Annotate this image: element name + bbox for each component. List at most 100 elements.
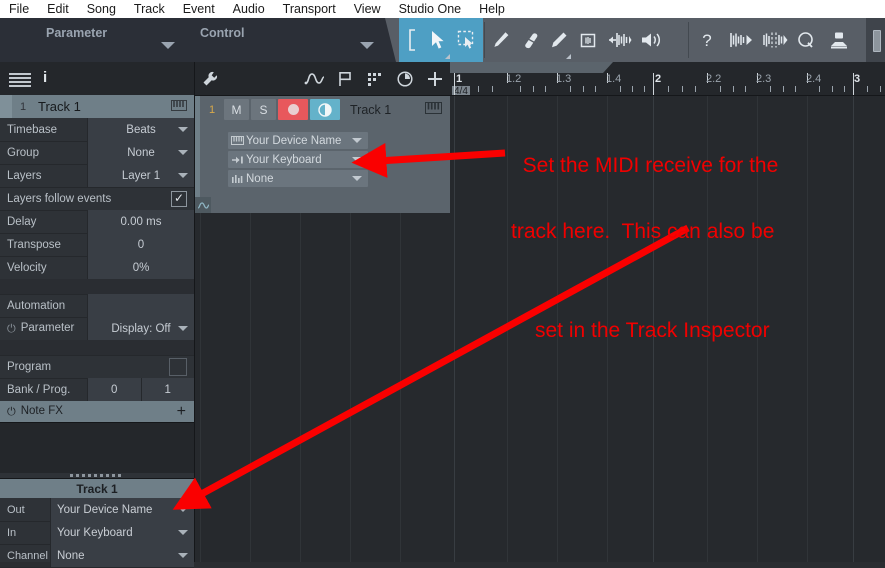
grid-icon[interactable] (360, 62, 390, 95)
menu-item-track[interactable]: Track (125, 0, 174, 18)
menu-item-help[interactable]: Help (470, 0, 514, 18)
automation-icon[interactable] (195, 197, 211, 213)
range-select-icon[interactable] (452, 18, 481, 62)
track-midi-input-selector[interactable]: Your Keyboard (228, 151, 368, 168)
inspector-row-bank-prog[interactable]: Bank / Prog. 0 1 (0, 378, 194, 402)
automation-curve-icon[interactable] (300, 62, 330, 95)
monitor-button[interactable] (310, 99, 340, 120)
chevron-down-icon[interactable] (178, 507, 188, 512)
menu-item-event[interactable]: Event (174, 0, 224, 18)
drag-dots-icon (70, 474, 124, 477)
info-icon[interactable]: i (43, 69, 47, 86)
track-channel-selector[interactable]: None (228, 170, 368, 187)
inspector-row-parameter[interactable]: ⏻ Parameter Display: Off (0, 317, 194, 341)
loop-range-bar[interactable] (450, 62, 613, 73)
snap-center-icon[interactable] (757, 18, 790, 62)
help-icon[interactable]: ? (690, 18, 724, 62)
inspector-io-out[interactable]: Out Your Device Name (0, 498, 194, 522)
chevron-down-icon[interactable] (178, 150, 188, 155)
layers-follow-events-checkbox[interactable]: ✓ (171, 191, 187, 207)
row-value[interactable]: 0% (87, 256, 194, 279)
io-value[interactable]: Your Keyboard (50, 521, 194, 544)
row-value[interactable]: Beats (87, 118, 194, 141)
row-value[interactable]: Layer 1 (87, 164, 194, 187)
menu-item-transport[interactable]: Transport (274, 0, 345, 18)
inspector-row-layers-follow-events[interactable]: Layers follow events ✓ (0, 187, 194, 211)
power-icon[interactable]: ⏻ (7, 323, 16, 336)
split-icon[interactable] (573, 18, 602, 62)
timeline-ruler[interactable]: 4/4 1 1.2 1.3 1.4 2 2.2 2.3 2.4 3 (450, 62, 885, 96)
inspector-row-automation: Automation (0, 294, 194, 318)
inspector-row-program[interactable]: Program (0, 355, 194, 379)
tempo-clock-icon[interactable] (390, 62, 420, 95)
stamp-icon[interactable] (822, 18, 856, 62)
row-value[interactable]: None (87, 141, 194, 164)
track-name[interactable]: Track 1 (350, 103, 425, 117)
mute-tool-icon[interactable] (602, 18, 635, 62)
bank-value[interactable]: 0 (87, 378, 141, 401)
menu-item-edit[interactable]: Edit (38, 0, 78, 18)
row-value-text: Display: Off (111, 322, 171, 335)
inspector-row-group[interactable]: Group None (0, 141, 194, 165)
note-fx-slot-pane[interactable] (0, 422, 194, 474)
solo-button[interactable]: S (251, 99, 276, 120)
inspector-io-in[interactable]: In Your Keyboard (0, 521, 194, 545)
row-key: Layers (7, 169, 42, 182)
listen-tool-icon[interactable] (635, 18, 668, 62)
chevron-down-icon[interactable] (352, 138, 362, 143)
arrow-pointer-icon[interactable] (423, 18, 452, 62)
chevron-down-icon[interactable] (352, 176, 362, 181)
bracket-icon[interactable] (401, 18, 423, 62)
inspector-row-timebase[interactable]: Timebase Beats (0, 118, 194, 142)
parameter-dropdown-caret-icon[interactable] (161, 42, 175, 49)
io-value-text: None (57, 549, 85, 562)
inspector-io-channel[interactable]: Channel None (0, 544, 194, 568)
pencil-icon[interactable] (486, 18, 515, 62)
arrange-canvas-track-row[interactable] (450, 96, 885, 213)
record-arm-button[interactable] (278, 99, 308, 120)
power-icon[interactable]: ⏻ (7, 406, 16, 419)
tool-expand-corner-icon[interactable] (445, 54, 450, 59)
inspector-row-layers[interactable]: Layers Layer 1 (0, 164, 194, 188)
inspector-track-bar[interactable]: 1 Track 1 (0, 95, 194, 118)
chevron-down-icon[interactable] (352, 157, 362, 162)
wrench-icon[interactable] (195, 62, 225, 95)
control-dropdown-caret-icon[interactable] (360, 42, 374, 49)
menu-item-view[interactable]: View (345, 0, 390, 18)
menu-item-studio-one[interactable]: Studio One (390, 0, 471, 18)
track-output-device-selector[interactable]: Your Device Name (228, 132, 368, 149)
tool-expand-corner-icon[interactable] (566, 54, 571, 59)
chevron-down-icon[interactable] (178, 173, 188, 178)
chevron-down-icon[interactable] (178, 530, 188, 535)
ruler-tick-label: 2 (655, 73, 662, 85)
track-header[interactable]: 1 M S Track 1 Your Device Name Your Keyb… (195, 96, 450, 213)
inspector-track-name[interactable]: Track 1 (38, 99, 171, 114)
row-value[interactable]: 0 (87, 233, 194, 256)
marker-flag-icon[interactable] (330, 62, 360, 95)
add-note-fx-button[interactable]: + (177, 403, 186, 419)
io-value[interactable]: Your Device Name (50, 498, 194, 521)
note-fx-header[interactable]: ⏻ Note FX + (0, 401, 194, 422)
toolbar-overflow-scroll[interactable] (866, 18, 885, 62)
row-value[interactable]: Display: Off (87, 317, 194, 340)
menu-item-song[interactable]: Song (78, 0, 125, 18)
io-value[interactable]: None (50, 544, 194, 567)
chevron-down-icon[interactable] (178, 553, 188, 558)
add-track-icon[interactable] (420, 62, 450, 95)
snap-start-icon[interactable] (724, 18, 757, 62)
arrange-canvas[interactable] (195, 213, 885, 562)
inspector-row-velocity: Velocity 0% (0, 256, 194, 280)
row-value[interactable]: 0.00 ms (87, 210, 194, 233)
quantize-icon[interactable] (790, 18, 822, 62)
hamburger-icon[interactable] (9, 73, 31, 87)
eraser-icon[interactable] (515, 18, 544, 62)
program-toggle-box[interactable] (169, 358, 187, 376)
mute-button[interactable]: M (224, 99, 249, 120)
scroll-grip-icon[interactable] (873, 30, 881, 52)
chevron-down-icon[interactable] (178, 326, 188, 331)
paint-icon[interactable] (544, 18, 573, 62)
chevron-down-icon[interactable] (178, 127, 188, 132)
menu-item-audio[interactable]: Audio (224, 0, 274, 18)
menu-item-file[interactable]: File (0, 0, 38, 18)
prog-value[interactable]: 1 (140, 378, 194, 401)
